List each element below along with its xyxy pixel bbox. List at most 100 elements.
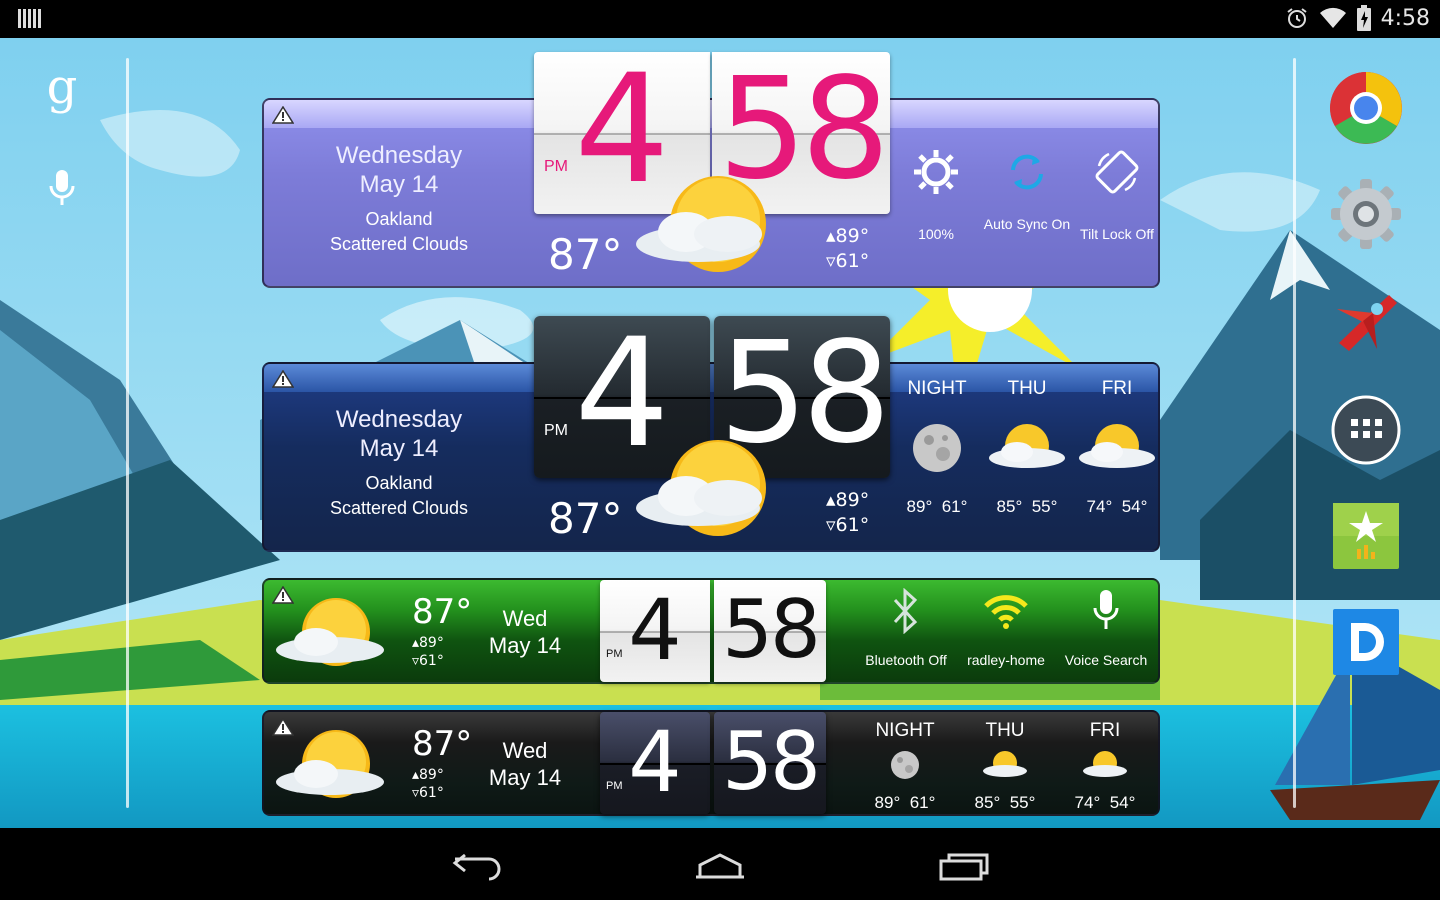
current-temp: 87° xyxy=(412,724,473,764)
minute-card[interactable]: 58 xyxy=(714,712,826,814)
tilt-lock-toggle[interactable]: Tilt Lock Off xyxy=(1072,148,1162,243)
clock-weather-widget-1[interactable]: Wednesday May 14 Oakland Scattered Cloud… xyxy=(262,52,1162,288)
clock-weather-widget-4[interactable]: 87° ▴89° ▿61° Wed May 14 4 PM 58 NIGHT 8… xyxy=(262,710,1160,816)
notification-icon[interactable] xyxy=(18,9,41,28)
temp-high: ▴89° xyxy=(412,767,444,783)
condition-label: Scattered Clouds xyxy=(329,234,469,254)
temp-low: ▿61° xyxy=(826,250,870,272)
temp-high: ▴89° xyxy=(826,225,870,247)
forecast-high: 85° xyxy=(996,497,1023,516)
voice-search-label: Voice Search xyxy=(1064,652,1148,668)
voice-search-toggle[interactable]: Voice Search xyxy=(1056,588,1156,669)
minute-card[interactable]: 58 xyxy=(714,580,826,682)
ampm-label: PM xyxy=(544,422,568,439)
temp-low: ▿61° xyxy=(412,653,444,669)
minute-digits: 58 xyxy=(722,583,821,676)
auto-sync-label: Auto Sync On xyxy=(983,216,1071,232)
app-drawer-icon xyxy=(1331,395,1401,465)
hour-card[interactable]: 4 PM xyxy=(600,580,710,682)
forecast-hilo: 89° 61° xyxy=(860,793,950,813)
date-label: May 14 xyxy=(359,435,439,462)
plane-game-app[interactable] xyxy=(1328,282,1404,358)
forecast-thu[interactable]: THU 85° 55° xyxy=(982,378,1072,517)
navigation-bar xyxy=(0,828,1440,900)
partly-cloudy-icon xyxy=(636,176,766,272)
forecast-low: 54° xyxy=(1109,793,1136,812)
auto-sync-toggle[interactable]: Auto Sync On xyxy=(982,148,1072,233)
condition-label: Scattered Clouds xyxy=(329,498,469,518)
partly-cloudy-icon xyxy=(989,424,1065,468)
forecast-label: FRI xyxy=(1101,378,1133,399)
partly-cloudy-icon xyxy=(1079,424,1155,468)
date-label: May 14 xyxy=(488,633,562,658)
alarm-icon xyxy=(1286,8,1307,28)
play-games-app[interactable] xyxy=(1328,498,1404,574)
date-label: May 14 xyxy=(359,171,439,198)
forecast-low: 54° xyxy=(1121,497,1148,516)
divider-right xyxy=(1293,58,1296,808)
wifi-toggle[interactable]: radley-home xyxy=(956,588,1056,669)
weekday-label: Wednesday xyxy=(335,406,463,433)
microphone-icon xyxy=(1093,590,1119,629)
tilt-lock-label: Tilt Lock Off xyxy=(1080,226,1154,242)
forecast-night[interactable]: NIGHT 89° 61° xyxy=(860,720,950,813)
forecast-low: 55° xyxy=(1031,497,1058,516)
bluetooth-toggle[interactable]: Bluetooth Off xyxy=(856,587,956,669)
brightness-toggle[interactable]: 100% xyxy=(896,148,976,243)
recent-apps-button[interactable] xyxy=(934,846,994,886)
widget-top-strip xyxy=(264,100,1158,128)
forecast-high: 89° xyxy=(906,497,933,516)
battery-icon xyxy=(1356,5,1371,31)
forecast-hilo: 85° 55° xyxy=(960,793,1050,813)
settings-app[interactable] xyxy=(1328,176,1404,252)
forecast-fri[interactable]: FRI 74° 54° xyxy=(1060,720,1150,813)
forecast-high: 85° xyxy=(974,793,1001,812)
clock-weather-widget-2[interactable]: Wednesday May 14 Oakland Scattered Cloud… xyxy=(262,316,1162,552)
wifi-icon xyxy=(984,595,1028,629)
d-app[interactable] xyxy=(1328,604,1404,680)
sync-icon xyxy=(1011,154,1043,190)
settings-icon xyxy=(1331,179,1401,249)
status-bar: 4:58 xyxy=(0,0,1440,38)
date-label: May 14 xyxy=(488,765,562,790)
ampm-label: PM xyxy=(606,780,623,792)
city-label: Oakland xyxy=(365,473,433,493)
partly-cloudy-icon xyxy=(1083,751,1127,777)
warning-icon[interactable] xyxy=(272,370,294,388)
temp-high: ▴89° xyxy=(826,489,870,511)
wifi-status-icon xyxy=(1319,7,1346,28)
d-app-icon xyxy=(1333,609,1399,675)
warning-icon[interactable] xyxy=(272,106,294,124)
play-games-icon xyxy=(1333,503,1399,569)
chrome-icon xyxy=(1330,72,1402,144)
app-drawer-button[interactable] xyxy=(1328,392,1404,468)
ampm-label: PM xyxy=(544,158,568,175)
voice-search-button[interactable] xyxy=(44,168,80,208)
temp-low: ▿61° xyxy=(412,785,444,801)
back-button[interactable] xyxy=(448,846,508,886)
forecast-low: 61° xyxy=(909,793,936,812)
forecast-thu[interactable]: THU 85° 55° xyxy=(960,720,1050,813)
forecast-hilo: 89° 61° xyxy=(892,497,982,517)
brightness-label: 100% xyxy=(918,226,954,242)
hour-card[interactable]: 4 PM xyxy=(600,712,710,814)
city-label: Oakland xyxy=(365,209,433,229)
home-button[interactable] xyxy=(690,846,750,886)
clock-weather-widget-3[interactable]: 87° ▴89° ▿61° Wed May 14 4 PM 58 Bluetoo… xyxy=(262,578,1160,684)
weekday-label: Wed xyxy=(502,606,548,631)
hour-digit: 4 xyxy=(628,713,682,811)
forecast-fri[interactable]: FRI 74° 54° xyxy=(1072,378,1162,517)
weekday-label: Wed xyxy=(502,738,548,763)
chrome-app[interactable] xyxy=(1328,70,1404,146)
recent-apps-icon xyxy=(939,853,989,881)
ampm-label: PM xyxy=(606,648,623,660)
google-search-button[interactable]: g xyxy=(40,60,84,116)
moon-icon xyxy=(891,751,919,779)
forecast-hilo: 85° 55° xyxy=(982,497,1072,517)
forecast-label: FRI xyxy=(1089,720,1121,741)
forecast-label: THU xyxy=(985,720,1025,741)
forecast-low: 61° xyxy=(941,497,968,516)
forecast-night[interactable]: NIGHT 89° 61° xyxy=(892,378,982,517)
microphone-icon xyxy=(49,170,75,205)
forecast-hilo: 74° 54° xyxy=(1060,793,1150,813)
